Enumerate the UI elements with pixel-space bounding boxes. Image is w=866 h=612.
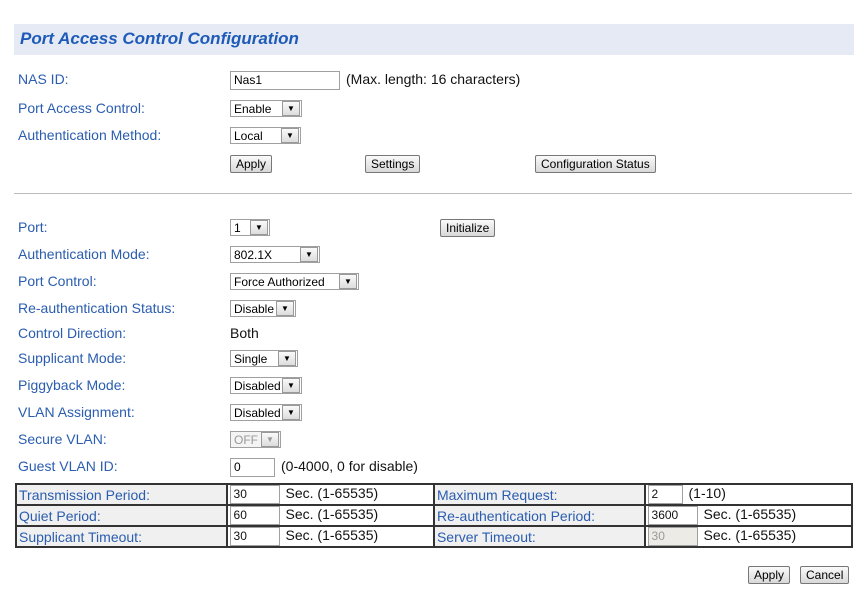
port-access-control-select[interactable]: Enable ▼: [230, 100, 302, 117]
quiet-period-label: Quiet Period:: [15, 504, 228, 527]
chevron-down-icon: ▼: [282, 405, 300, 420]
secure-vlan-label: Secure VLAN:: [18, 431, 107, 447]
reauthentication-status-select[interactable]: Disable ▼: [230, 300, 296, 317]
port-label: Port:: [18, 219, 48, 235]
guest-vlan-id-input[interactable]: 0: [230, 458, 275, 477]
control-direction-value: Both: [230, 325, 259, 341]
guest-vlan-id-label: Guest VLAN ID:: [18, 458, 118, 474]
supplicant-mode-label: Supplicant Mode:: [18, 350, 127, 366]
selected-value: Disabled: [234, 405, 281, 420]
reauthentication-status-label: Re-authentication Status:: [18, 300, 176, 316]
quiet-period-input[interactable]: 60: [229, 506, 280, 525]
page-title: Port Access Control Configuration: [20, 29, 299, 48]
chevron-down-icon: ▼: [339, 274, 357, 289]
timer-table: Transmission Period: 30 Sec. (1-65535) Ma…: [15, 483, 854, 548]
chevron-down-icon: ▼: [300, 247, 318, 262]
cancel-button[interactable]: Cancel: [800, 566, 850, 584]
transmission-period-label: Transmission Period:: [15, 483, 228, 506]
range-hint: (1-10): [688, 485, 726, 502]
selected-value: 802.1X: [234, 247, 273, 262]
transmission-period-input[interactable]: 30: [229, 485, 280, 504]
configuration-status-button[interactable]: Configuration Status: [535, 155, 656, 173]
piggyback-mode-label: Piggyback Mode:: [18, 377, 126, 393]
selected-value: Local: [234, 128, 263, 143]
control-direction-label: Control Direction:: [18, 325, 127, 341]
table-row: Supplicant Timeout: 30 Sec. (1-65535) Ser…: [15, 525, 854, 548]
nas-id-label: NAS ID:: [18, 71, 69, 87]
chevron-down-icon: ▼: [276, 301, 294, 316]
range-hint: Sec. (1-65535): [285, 527, 379, 544]
reauthentication-period-label: Re-authentication Period:: [432, 504, 646, 527]
authentication-method-select[interactable]: Local ▼: [230, 127, 301, 144]
supplicant-mode-select[interactable]: Single ▼: [230, 350, 298, 367]
table-row: Transmission Period: 30 Sec. (1-65535) Ma…: [15, 483, 854, 506]
maximum-request-label: Maximum Request:: [432, 483, 646, 506]
authentication-mode-label: Authentication Mode:: [18, 246, 150, 262]
chevron-down-icon: ▼: [282, 378, 300, 393]
apply-button[interactable]: Apply: [230, 155, 273, 173]
selected-value: 1: [234, 220, 241, 235]
reauthentication-period-input[interactable]: 3600: [647, 506, 698, 525]
selected-value: Force Authorized: [234, 274, 325, 289]
port-control-label: Port Control:: [18, 273, 97, 289]
authentication-method-label: Authentication Method:: [18, 127, 162, 143]
table-row: Quiet Period: 60 Sec. (1-65535) Re-authen…: [15, 504, 854, 527]
selected-value: Disable: [234, 301, 275, 316]
range-hint: Sec. (1-65535): [285, 485, 379, 502]
authentication-mode-select[interactable]: 802.1X ▼: [230, 246, 320, 263]
port-select[interactable]: 1 ▼: [230, 219, 270, 236]
vlan-assignment-select[interactable]: Disabled ▼: [230, 404, 302, 421]
port-access-control-label: Port Access Control:: [18, 100, 145, 116]
selected-value: OFF: [234, 432, 258, 447]
range-hint: Sec. (1-65535): [703, 506, 797, 523]
chevron-down-icon: ▼: [250, 220, 268, 235]
range-hint: Sec. (1-65535): [285, 506, 379, 523]
range-hint: Sec. (1-65535): [703, 527, 797, 544]
supplicant-timeout-label: Supplicant Timeout:: [15, 525, 228, 548]
footer-apply-button[interactable]: Apply: [748, 566, 791, 584]
nas-id-input[interactable]: Nas1: [230, 71, 340, 90]
title-bar: Port Access Control Configuration: [14, 24, 854, 55]
chevron-down-icon: ▼: [261, 432, 279, 447]
server-timeout-input: 30: [647, 527, 698, 546]
server-timeout-label: Server Timeout:: [432, 525, 646, 548]
chevron-down-icon: ▼: [281, 128, 299, 143]
chevron-down-icon: ▼: [278, 351, 296, 366]
secure-vlan-select: OFF ▼: [230, 431, 281, 448]
selected-value: Single: [234, 351, 268, 366]
piggyback-mode-select[interactable]: Disabled ▼: [230, 377, 302, 394]
guest-vlan-id-hint: (0-4000, 0 for disable): [281, 458, 418, 474]
initialize-button[interactable]: Initialize: [440, 219, 496, 237]
supplicant-timeout-input[interactable]: 30: [229, 527, 280, 546]
vlan-assignment-label: VLAN Assignment:: [18, 404, 135, 420]
settings-button[interactable]: Settings: [365, 155, 421, 173]
selected-value: Disabled: [234, 378, 281, 393]
selected-value: Enable: [234, 101, 272, 116]
chevron-down-icon: ▼: [282, 101, 300, 116]
port-control-select[interactable]: Force Authorized ▼: [230, 273, 359, 290]
nas-id-hint: (Max. length: 16 characters): [346, 71, 521, 87]
divider: [14, 193, 852, 194]
maximum-request-input[interactable]: 2: [647, 485, 683, 504]
